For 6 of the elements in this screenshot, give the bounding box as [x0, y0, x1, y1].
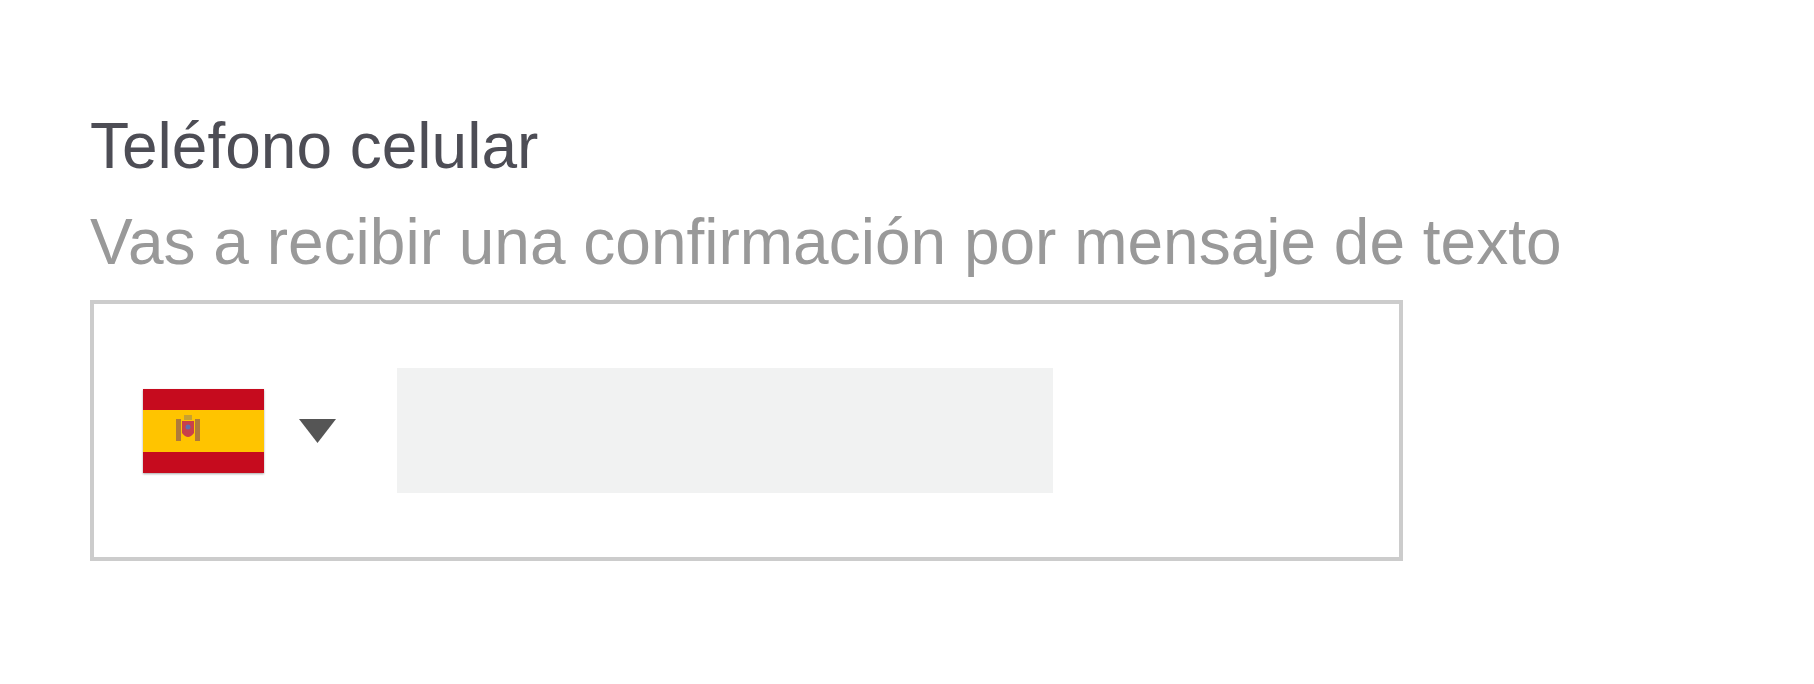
flag-icon [143, 388, 264, 473]
field-label: Teléfono celular [90, 109, 539, 184]
phone-field[interactable] [90, 300, 1403, 561]
country-selector-button[interactable] [143, 388, 336, 473]
field-hint: Vas a recibir una confirmación por mensaje de texto [90, 205, 1562, 280]
caret-down-icon [299, 418, 336, 443]
